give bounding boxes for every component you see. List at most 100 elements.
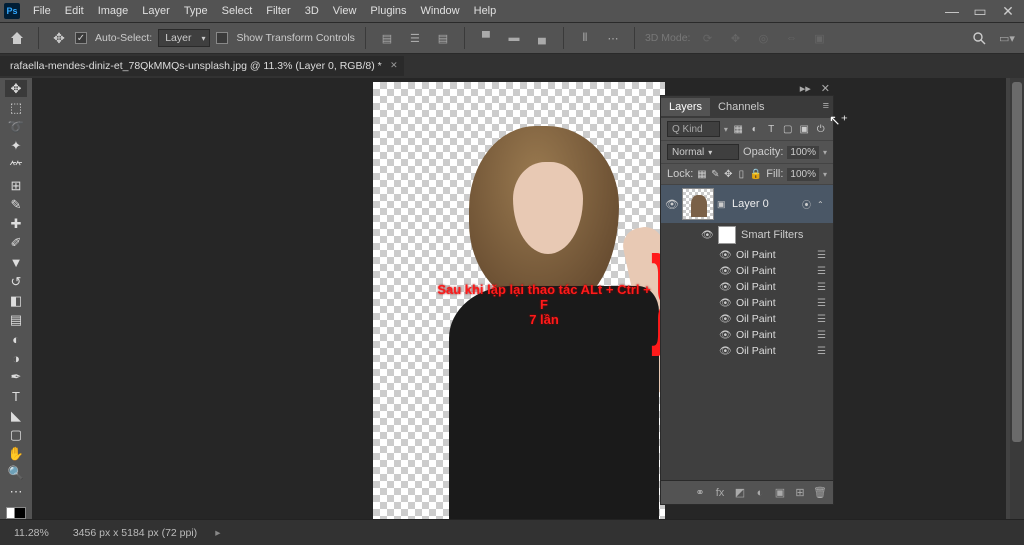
filter-row[interactable]: 👁Oil Paint☰ bbox=[661, 343, 833, 359]
shape-tool[interactable]: ▢ bbox=[5, 426, 27, 443]
eraser-tool[interactable]: ◧ bbox=[5, 292, 27, 309]
adjustment-layer-icon[interactable]: ◐ bbox=[753, 486, 767, 500]
tab-layers[interactable]: Layers bbox=[661, 98, 710, 116]
blend-mode-dropdown[interactable]: Normal bbox=[667, 144, 739, 160]
visibility-toggle-icon[interactable]: 👁 bbox=[719, 298, 731, 309]
panel-flyout-icon[interactable]: ≡ bbox=[823, 100, 829, 112]
filter-row[interactable]: 👁Oil Paint☰ bbox=[661, 311, 833, 327]
layer-thumbnail[interactable] bbox=[682, 188, 714, 220]
lock-transparency-icon[interactable]: ▦ bbox=[697, 167, 706, 181]
frame-tool[interactable]: ⊞ bbox=[5, 178, 27, 195]
menu-help[interactable]: Help bbox=[467, 3, 504, 19]
align-right-icon[interactable]: ▤ bbox=[432, 27, 454, 49]
filter-toggle-icon[interactable]: ⏻ bbox=[815, 122, 828, 136]
lock-position-icon[interactable]: ✥ bbox=[724, 167, 733, 181]
filter-blend-options-icon[interactable]: ☰ bbox=[817, 330, 829, 341]
type-tool[interactable]: T bbox=[5, 388, 27, 405]
overflow-icon[interactable]: ⋯ bbox=[602, 27, 624, 49]
menu-filter[interactable]: Filter bbox=[259, 3, 297, 19]
home-button[interactable] bbox=[6, 27, 28, 49]
panel-close-icon[interactable]: ✕ bbox=[821, 82, 830, 95]
vertical-scrollbar[interactable] bbox=[1010, 78, 1024, 519]
background-swatch[interactable] bbox=[14, 507, 26, 519]
path-tool[interactable]: ◣ bbox=[5, 407, 27, 424]
filter-row[interactable]: 👁Oil Paint☰ bbox=[661, 263, 833, 279]
filter-blend-options-icon[interactable]: ☰ bbox=[817, 282, 829, 293]
layer-collapse-icon[interactable]: ⌃ bbox=[817, 200, 829, 209]
dodge-tool[interactable]: ◑ bbox=[5, 350, 27, 367]
layer-mask-icon[interactable]: ◩ bbox=[733, 486, 747, 500]
menu-select[interactable]: Select bbox=[215, 3, 260, 19]
align-bottom-icon[interactable]: ▄ bbox=[531, 27, 553, 49]
opacity-value[interactable]: 100% bbox=[787, 146, 819, 159]
menu-window[interactable]: Window bbox=[414, 3, 467, 19]
auto-select-checkbox[interactable]: ✓ bbox=[75, 32, 87, 44]
zoom-level[interactable]: 11.28% bbox=[8, 525, 55, 541]
gradient-tool[interactable]: ▤ bbox=[5, 311, 27, 328]
stamp-tool[interactable]: ▼ bbox=[5, 254, 27, 271]
window-restore-icon[interactable]: ▭ bbox=[968, 3, 992, 19]
filter-mask-thumbnail[interactable] bbox=[718, 226, 736, 244]
visibility-toggle-icon[interactable]: 👁 bbox=[719, 250, 731, 261]
delete-layer-icon[interactable]: 🗑 bbox=[813, 486, 827, 500]
filter-row[interactable]: 👁Oil Paint☰ bbox=[661, 279, 833, 295]
eyedropper-tool[interactable]: ✎ bbox=[5, 197, 27, 214]
visibility-toggle-icon[interactable]: 👁 bbox=[719, 346, 731, 357]
new-layer-icon[interactable]: ⊞ bbox=[793, 486, 807, 500]
distribute-h-icon[interactable]: ⫴ bbox=[574, 27, 596, 49]
filter-blend-options-icon[interactable]: ☰ bbox=[817, 346, 829, 357]
filter-smart-icon[interactable]: ▣ bbox=[798, 122, 811, 136]
filter-blend-options-icon[interactable]: ☰ bbox=[817, 266, 829, 277]
marquee-tool[interactable]: ⬚ bbox=[5, 99, 27, 116]
doc-info[interactable]: 3456 px x 5184 px (72 ppi) bbox=[67, 525, 203, 541]
color-swatches[interactable] bbox=[6, 507, 26, 519]
visibility-toggle-icon[interactable]: 👁 bbox=[719, 282, 731, 293]
menu-layer[interactable]: Layer bbox=[135, 3, 177, 19]
move-tool[interactable]: ✥ bbox=[5, 80, 27, 97]
layer-filter-search[interactable]: Q Kind bbox=[667, 121, 720, 137]
brush-tool[interactable]: ✐ bbox=[5, 235, 27, 252]
align-center-h-icon[interactable]: ☰ bbox=[404, 27, 426, 49]
lock-pixels-icon[interactable]: ✎ bbox=[711, 167, 720, 181]
lock-all-icon[interactable]: 🔒 bbox=[750, 167, 762, 181]
filter-type-icon[interactable]: T bbox=[765, 122, 778, 136]
menu-view[interactable]: View bbox=[326, 3, 364, 19]
auto-select-dropdown[interactable]: Layer bbox=[158, 29, 210, 47]
hand-tool[interactable]: ✋ bbox=[5, 445, 27, 462]
filter-row[interactable]: 👁Oil Paint☰ bbox=[661, 295, 833, 311]
edit-toolbar[interactable]: ⋯ bbox=[5, 484, 27, 501]
filter-blend-options-icon[interactable]: ☰ bbox=[817, 314, 829, 325]
layer-style-icon[interactable]: fx bbox=[713, 486, 727, 500]
filter-adjust-icon[interactable]: ◐ bbox=[748, 122, 761, 136]
layer-name[interactable]: Layer 0 bbox=[732, 198, 799, 210]
show-transform-checkbox[interactable] bbox=[216, 32, 228, 44]
window-close-icon[interactable]: ✕ bbox=[996, 3, 1020, 19]
filter-blend-options-icon[interactable]: ☰ bbox=[817, 298, 829, 309]
pen-tool[interactable]: ✒ bbox=[5, 369, 27, 386]
menu-edit[interactable]: Edit bbox=[58, 3, 91, 19]
healing-tool[interactable]: ✚ bbox=[5, 216, 27, 233]
document-tab-close-icon[interactable]: ✕ bbox=[390, 60, 398, 71]
panel-collapse-icon[interactable]: ▸▸ bbox=[800, 82, 811, 95]
align-top-icon[interactable]: ▀ bbox=[475, 27, 497, 49]
filter-pixel-icon[interactable]: ▦ bbox=[732, 122, 745, 136]
lock-artboard-icon[interactable]: ▯ bbox=[737, 167, 746, 181]
menu-image[interactable]: Image bbox=[91, 3, 136, 19]
menu-file[interactable]: File bbox=[26, 3, 58, 19]
window-minimize-icon[interactable]: — bbox=[940, 3, 964, 19]
fill-value[interactable]: 100% bbox=[787, 168, 819, 181]
search-icon[interactable] bbox=[968, 27, 990, 49]
zoom-tool[interactable]: 🔍 bbox=[5, 464, 27, 481]
filter-blend-options-icon[interactable]: ☰ bbox=[817, 250, 829, 261]
crop-tool[interactable]: ⺮ bbox=[5, 157, 27, 176]
layer-item-layer0[interactable]: 👁 ▣ Layer 0 ⦿ ⌃ bbox=[661, 185, 833, 223]
quick-select-tool[interactable]: ✦ bbox=[5, 137, 27, 154]
document-tab[interactable]: rafaella-mendes-diniz-et_78QkMMQs-unspla… bbox=[0, 56, 404, 76]
visibility-toggle-icon[interactable]: 👁 bbox=[665, 198, 679, 211]
menu-3d[interactable]: 3D bbox=[298, 3, 326, 19]
workspace-switcher-icon[interactable]: ▭▾ bbox=[996, 27, 1018, 49]
tab-channels[interactable]: Channels bbox=[710, 98, 772, 116]
history-brush-tool[interactable]: ↺ bbox=[5, 273, 27, 290]
blur-tool[interactable]: ◐ bbox=[5, 331, 27, 348]
align-center-v-icon[interactable]: ▬ bbox=[503, 27, 525, 49]
